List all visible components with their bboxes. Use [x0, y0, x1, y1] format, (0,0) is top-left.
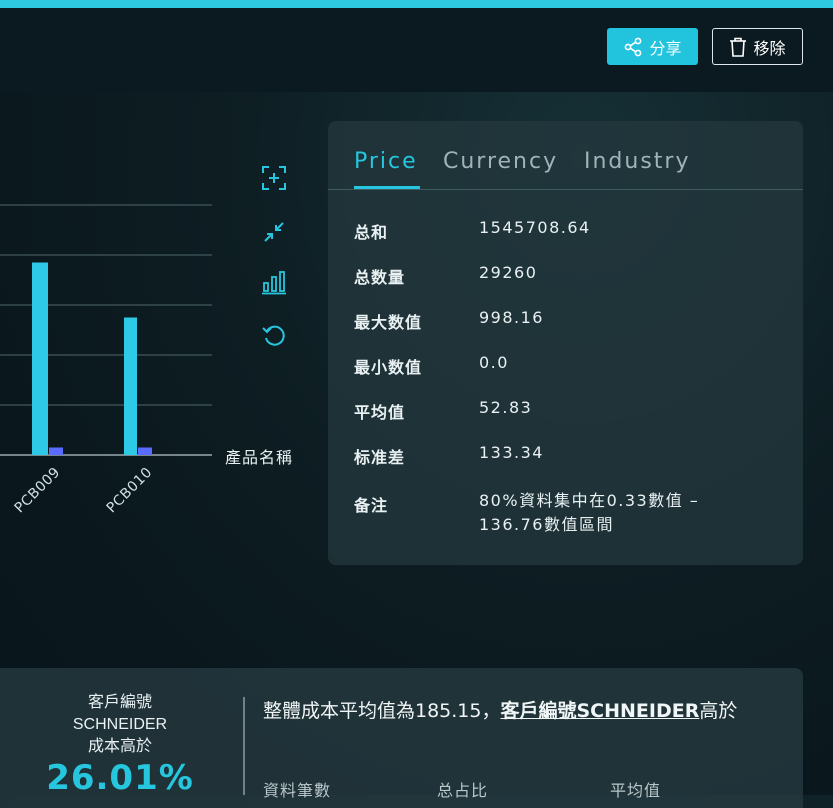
- stat-label-count: 总数量: [354, 268, 406, 287]
- stat-label-min: 最小数值: [354, 358, 423, 377]
- remove-button[interactable]: 移除: [712, 28, 803, 65]
- customer-line-1: 客戶編號: [87, 694, 152, 711]
- bar-pcb010-series-1[interactable]: [124, 317, 137, 456]
- bar-chart-icon[interactable]: [261, 269, 287, 295]
- share-label: 分享: [649, 38, 682, 58]
- card-divider: [243, 697, 245, 795]
- stat-label-note: 备注: [354, 496, 389, 515]
- summary-prefix: 整體成本平均值為185.15，: [263, 700, 501, 722]
- stat-value-count: 29260: [479, 263, 538, 282]
- active-tab-indicator: [354, 186, 420, 189]
- stat-value-note: 80%資料集中在0.33數值 – 136.76數值區間: [479, 491, 700, 534]
- stats-tabs: Price Currency Industry: [328, 121, 803, 190]
- stat-value-stddev: 133.34: [479, 443, 544, 462]
- stat-label-max: 最大数值: [354, 313, 423, 332]
- trash-icon: [730, 37, 747, 57]
- remove-label: 移除: [753, 38, 786, 58]
- tab-industry[interactable]: Industry: [584, 149, 691, 174]
- stat-label-stddev: 标准差: [354, 448, 406, 467]
- summary-text: 整體成本平均值為185.15，客戶編號SCHNEIDER高於: [263, 698, 783, 724]
- column-header-records: 資料筆數: [263, 781, 332, 800]
- stat-value-max: 998.16: [479, 308, 544, 327]
- bar-pcb010-series-2[interactable]: [138, 447, 152, 456]
- reset-icon[interactable]: [261, 322, 287, 348]
- x-tick-label: PCB009: [11, 464, 64, 517]
- stat-label-sum: 总和: [354, 223, 389, 242]
- percent-value: 26.01%: [46, 758, 194, 798]
- share-icon: [625, 37, 642, 56]
- customer-line-3: 成本高於: [87, 738, 152, 755]
- share-button[interactable]: 分享: [607, 28, 698, 65]
- stat-label-mean: 平均值: [354, 403, 406, 422]
- focus-plus-icon[interactable]: [261, 165, 287, 191]
- x-axis-title: 產品名稱: [225, 448, 294, 467]
- bar-chart: [0, 204, 212, 456]
- stat-value-min: 0.0: [479, 353, 509, 372]
- tab-price[interactable]: Price: [354, 149, 418, 174]
- customer-line-2: SCHNEIDER: [72, 716, 168, 733]
- summary-suffix: 高於: [699, 700, 738, 722]
- stat-value-mean: 52.83: [479, 398, 533, 417]
- top-accent-bar: [0, 0, 833, 8]
- stats-panel: Price Currency Industry 总和 1545708.64 总数…: [328, 121, 803, 565]
- collapse-icon[interactable]: [261, 219, 287, 245]
- customer-link[interactable]: 客戶編號SCHNEIDER: [500, 700, 699, 722]
- x-tick-label: PCB010: [103, 464, 156, 517]
- bar-pcb009-series-2[interactable]: [49, 447, 63, 456]
- tab-currency[interactable]: Currency: [443, 149, 558, 174]
- stat-value-sum: 1545708.64: [479, 218, 591, 237]
- column-header-ratio: 总占比: [437, 781, 489, 800]
- bar-pcb009-series-1[interactable]: [32, 262, 48, 456]
- column-header-average: 平均值: [610, 781, 662, 800]
- header-bar: [0, 8, 833, 92]
- customer-highlight: 客戶編號 SCHNEIDER 成本高於: [40, 692, 200, 758]
